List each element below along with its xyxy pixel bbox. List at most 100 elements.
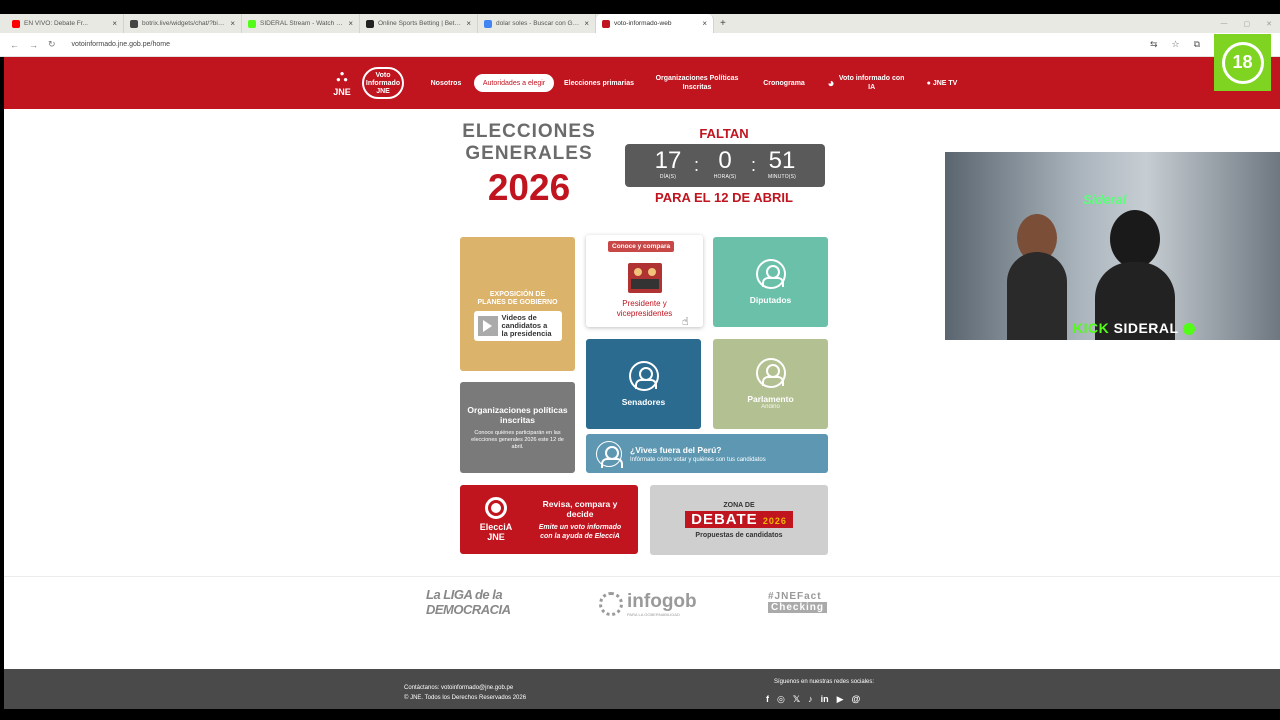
presidente-card[interactable]: Conoce y compara Presidente y vicepreside… (586, 235, 703, 327)
infogob-icon (599, 592, 623, 616)
tab-favicon-icon (12, 19, 20, 28)
nav-voto-informado-ia[interactable]: ◕ Voto informado con IA (822, 57, 910, 109)
footer-contact[interactable]: Contáctanos: votoinformado@jne.gob.pe (404, 683, 526, 693)
globe-icon (596, 440, 623, 468)
nav-nosotros[interactable]: Nosotros (424, 57, 468, 109)
reload-icon[interactable]: ↻ (48, 39, 56, 50)
age-rating-badge: 18 (1214, 34, 1271, 91)
infogob-logo[interactable]: infogob PARA LA GOBERNABILIDAD (599, 587, 697, 621)
organizaciones-politicas-card[interactable]: Organizaciones políticas inscritas Conoc… (460, 382, 575, 473)
minimize-icon[interactable]: — (1221, 20, 1228, 27)
social-label: Síguenos en nuestras redes sociales: (774, 679, 875, 685)
browser-tab[interactable]: SIDERAL Stream - Watch Live o...× (242, 14, 360, 33)
tab-title: EN VIVO: Debate Fr... (24, 20, 88, 27)
election-year: 2026 (487, 167, 571, 208)
social-links: f ◎ 𝕏 ♪ in ▶ @ (766, 694, 860, 705)
verified-icon (1182, 323, 1195, 336)
top-navbar: ⛬ JNE Voto Informado JNE Nosotros Autori… (4, 57, 1280, 109)
countdown-timer: 17 DÍA(S) : 0 HORA(S) : 51 MINUTO(S) (625, 144, 825, 187)
nav-autoridades-a-elegir[interactable]: Autoridades a elegir (474, 74, 554, 92)
close-window-icon[interactable]: ✕ (1266, 20, 1272, 28)
senadores-card[interactable]: Senadores (586, 339, 701, 429)
vives-fuera-card[interactable]: ¿Vives fuera del Perú? Infórmate cómo vo… (586, 434, 828, 473)
planes-de-gobierno-card[interactable]: EXPOSICIÓN DE PLANES DE GOBIERNO Videos d… (460, 237, 575, 371)
tab-title: SIDERAL Stream - Watch Live o... (260, 20, 345, 27)
nav-organizaciones-politicas[interactable]: Organizaciones Políticas Inscritas (650, 57, 744, 109)
eleccia-logo: ElecciA JNE (470, 497, 522, 542)
tab-favicon-icon (130, 19, 138, 28)
tab-title: botrix.live/widgets/chat/?bid=... (142, 20, 227, 27)
tab-favicon-icon (602, 19, 610, 28)
tab-favicon-icon (248, 19, 256, 28)
tab-close-icon[interactable]: × (702, 19, 707, 28)
tab-close-icon[interactable]: × (466, 19, 471, 28)
countdown-hours: 0 HORA(S) (713, 147, 737, 181)
elecciones-generales-heading: ELECCIONES GENERALES (462, 121, 596, 164)
voto-informado-logo: Voto Informado JNE (362, 67, 404, 99)
divider (4, 576, 1280, 577)
kick-channel-label: KICK SIDERAL (1073, 320, 1195, 336)
site-logo[interactable]: ⛬ JNE Voto Informado JNE (326, 67, 404, 99)
browser-tab[interactable]: Online Sports Betting | Betting... × (360, 14, 478, 33)
nav-elecciones-primarias[interactable]: Elecciones primarias (562, 57, 636, 109)
bookmark-star-icon[interactable]: ☆ (1171, 39, 1179, 50)
liga-democracia-logo[interactable]: La LIGA de la DEMOCRACIA (426, 587, 518, 621)
nav-cronograma[interactable]: Cronograma (756, 57, 812, 109)
browser-tabstrip: EN VIVO: Debate Fr... × botrix.live/widget… (0, 14, 1280, 33)
page-footer: Contáctanos: votoinformado@jne.gob.pe © … (4, 669, 1280, 709)
tiktok-icon[interactable]: ♪ (808, 694, 813, 705)
youtube-icon[interactable]: ▶ (837, 694, 844, 705)
countdown-minutes: 51 MINUTO(S) (767, 147, 797, 181)
extensions-icon[interactable]: ⧉ (1194, 39, 1200, 50)
diputados-icon (755, 259, 786, 289)
countdown-days: 17 DÍA(S) (654, 147, 682, 181)
tab-favicon-icon (366, 19, 374, 28)
tab-favicon-icon (484, 19, 492, 28)
tab-close-icon[interactable]: × (112, 19, 117, 28)
conoce-compara-badge: Conoce y compara (608, 241, 675, 252)
address-bar[interactable]: votoinformado.jne.gob.pe/home (72, 41, 170, 48)
zona-de-debate-card[interactable]: ZONA DE DEBATE 2026 Propuestas de candid… (650, 485, 828, 555)
browser-tab[interactable]: voto-informado-web × (596, 14, 714, 33)
jne-logo: ⛬ JNE (326, 67, 358, 99)
candidates-icon (627, 263, 662, 293)
webcam-overlay: Sideral KICK SIDERAL (945, 152, 1280, 340)
parlamento-icon (755, 358, 786, 388)
jne-fact-checking-logo[interactable]: #JNEFact Checking (768, 591, 828, 613)
linkedin-icon[interactable]: in (821, 694, 829, 705)
new-tab-button[interactable]: + (720, 18, 726, 29)
streamer-1 (1007, 252, 1067, 340)
facebook-icon[interactable]: f (766, 694, 769, 705)
tab-close-icon[interactable]: × (584, 19, 589, 28)
x-twitter-icon[interactable]: 𝕏 (793, 694, 800, 705)
instagram-icon[interactable]: ◎ (777, 694, 785, 705)
play-icon (477, 316, 498, 336)
countdown-title: FALTAN (699, 126, 749, 141)
mouse-cursor-icon: ☝ (682, 316, 689, 328)
diputados-card[interactable]: Diputados (713, 237, 828, 327)
tab-title: voto-informado-web (614, 20, 672, 27)
tab-close-icon[interactable]: × (348, 19, 353, 28)
window-controls: — ▢ ✕ (1221, 14, 1273, 33)
forward-icon[interactable]: → (29, 40, 38, 50)
eleccia-card[interactable]: ElecciA JNE Revisa, compara y decide Emit… (460, 485, 638, 554)
neon-sign: Sideral (1083, 192, 1127, 207)
back-icon[interactable]: ← (10, 40, 19, 50)
parlamento-andino-card[interactable]: Parlamento Andino (713, 339, 828, 429)
tab-title: Online Sports Betting | Betting... (378, 20, 463, 27)
videos-candidatos-button[interactable]: Videos de candidatos a la presidencia (473, 311, 562, 341)
footer-copyright: © JNE. Todos los Derechos Reservados 202… (404, 695, 527, 701)
browser-tab[interactable]: EN VIVO: Debate Fr... × (6, 14, 124, 33)
tab-close-icon[interactable]: × (230, 19, 235, 28)
translate-icon[interactable]: ⇆ (1150, 39, 1158, 50)
browser-tab[interactable]: botrix.live/widgets/chat/?bid=... × (124, 14, 242, 33)
nav-jne-tv[interactable]: ● JNE TV (920, 57, 964, 109)
browser-tab[interactable]: dolar soles - Buscar con Google × (478, 14, 596, 33)
ai-icon: ◕ (827, 75, 835, 90)
election-date: PARA EL 12 DE ABRIL (655, 190, 793, 205)
jne-emblem-icon: ⛬ (336, 68, 348, 85)
threads-icon[interactable]: @ (852, 694, 861, 705)
streamer-2-head (1110, 210, 1160, 268)
maximize-icon[interactable]: ▢ (1244, 20, 1251, 28)
tab-title: dolar soles - Buscar con Google (496, 20, 581, 27)
